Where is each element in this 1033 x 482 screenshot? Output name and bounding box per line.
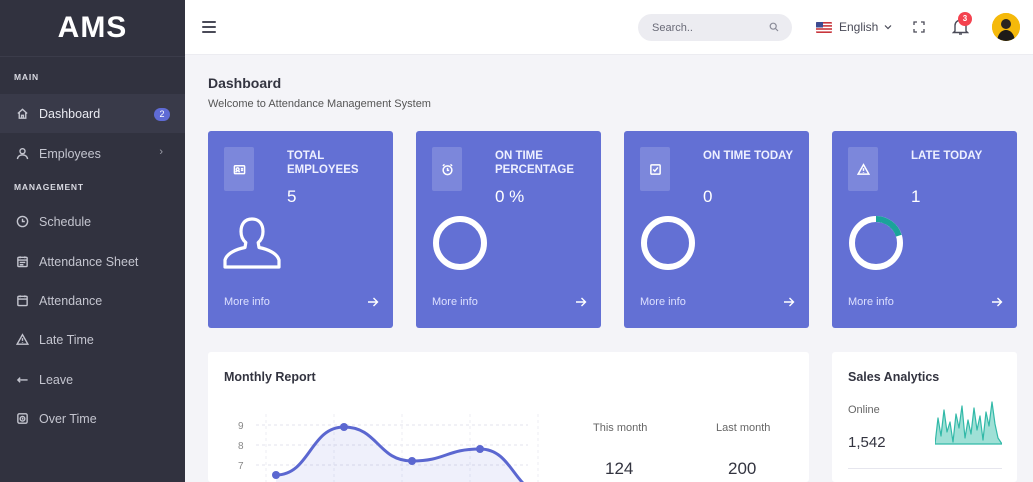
stat-card-on-time-today: ON TIME TODAY 0 More info [624, 131, 809, 328]
divider [848, 468, 1002, 469]
online-label: Online [848, 404, 880, 416]
sidebar-item-over-time[interactable]: Over Time [0, 399, 185, 438]
arrow-left-icon [15, 373, 29, 387]
arrow-right-icon[interactable] [783, 296, 795, 308]
card-value: 0 % [495, 187, 525, 206]
section-title-main: MAIN [14, 72, 39, 82]
card-title: ON TIME TODAY [703, 150, 794, 162]
more-info-link[interactable]: More info [432, 296, 478, 308]
us-flag-icon [816, 21, 832, 33]
progress-ring [433, 216, 487, 270]
this-month-value: 124 [605, 459, 634, 478]
arrow-right-icon[interactable] [575, 296, 587, 308]
calendar-icon [15, 294, 29, 308]
more-info-link[interactable]: More info [224, 296, 270, 308]
warning-icon [15, 333, 29, 347]
home-icon [15, 107, 29, 121]
stat-card-total-employees: TOTAL EMPLOYEES 5 More info [208, 131, 393, 328]
alarm-clock-icon [432, 147, 462, 191]
card-value: 1 [911, 187, 921, 206]
more-info-link[interactable]: More info [640, 296, 686, 308]
top-header: English 3 [185, 0, 1033, 55]
page-title: Dashboard [208, 75, 282, 91]
card-title: ON TIME PERCENTAGE [495, 150, 575, 176]
person-outline-icon [223, 217, 281, 269]
y-tick-label: 9 [238, 421, 244, 432]
chevron-right-icon: › [159, 146, 163, 158]
search-input[interactable] [638, 14, 758, 41]
ring-track [433, 216, 487, 270]
card-title: LATE TODAY [911, 150, 983, 162]
panel-title: Monthly Report [224, 370, 316, 384]
sidebar-item-label: Attendance Sheet [39, 254, 139, 269]
arrow-right-icon[interactable] [991, 296, 1003, 308]
stat-card-on-time-percentage: ON TIME PERCENTAGE 0 % More info [416, 131, 601, 328]
id-card-icon [224, 147, 254, 191]
user-icon [15, 147, 29, 161]
chart-point [340, 423, 348, 431]
sidebar-item-label: Late Time [39, 332, 94, 347]
sales-analytics-panel: Sales Analytics Online 1,542 [832, 352, 1017, 482]
progress-ring [849, 216, 903, 270]
avatar-image-icon [992, 13, 1020, 41]
sidebar-item-attendance[interactable]: Attendance [0, 281, 185, 320]
sidebar-item-dashboard[interactable]: Dashboard 2 [0, 94, 185, 133]
warning-icon [848, 147, 878, 191]
checkbox-icon [640, 147, 670, 191]
card-value: 5 [287, 187, 297, 206]
search-icon[interactable] [769, 22, 779, 32]
y-tick-label: 7 [238, 461, 244, 472]
last-month-label: Last month [716, 422, 771, 434]
sidebar-item-label: Employees [39, 146, 101, 161]
monthly-report-chart: 9 8 7 [238, 414, 548, 482]
fullscreen-icon[interactable] [913, 21, 925, 33]
more-info-link[interactable]: More info [848, 296, 894, 308]
stat-card-late-today: LATE TODAY 1 More info [832, 131, 1017, 328]
card-title: TOTAL EMPLOYEES [287, 150, 359, 176]
sidebar-item-attendance-sheet[interactable]: Attendance Sheet [0, 242, 185, 281]
chart-area [276, 427, 548, 482]
clock-icon [15, 215, 29, 229]
chart-point [272, 471, 280, 479]
monthly-report-panel: Monthly Report 9 8 7 This month Last month… [208, 352, 809, 482]
dashboard-count-badge: 2 [154, 108, 170, 121]
sheet-icon [15, 255, 29, 269]
page-subtitle: Welcome to Attendance Management System [208, 98, 431, 110]
language-label: English [839, 20, 879, 34]
panel-title: Sales Analytics [848, 370, 940, 384]
card-value: 0 [703, 187, 713, 206]
sidebar-item-label: Leave [39, 372, 74, 387]
menu-toggle-icon[interactable] [202, 21, 216, 33]
alarm-icon [15, 412, 29, 426]
sidebar: AMS MAIN Dashboard 2 Employees › MANAGEM… [0, 0, 185, 482]
sidebar-item-late-time[interactable]: Late Time [0, 320, 185, 359]
brand-logo[interactable]: AMS [0, 0, 185, 57]
section-title-management: MANAGEMENT [14, 182, 84, 192]
this-month-label: This month [593, 422, 648, 434]
sidebar-item-label: Over Time [39, 411, 97, 426]
chart-point [476, 445, 484, 453]
search-box [638, 14, 792, 41]
language-selector[interactable]: English [816, 20, 892, 34]
sidebar-item-label: Dashboard [39, 106, 101, 121]
progress-ring [641, 216, 695, 270]
y-tick-label: 8 [238, 441, 244, 452]
last-month-value: 200 [728, 459, 757, 478]
arrow-right-icon[interactable] [367, 296, 379, 308]
sidebar-item-leave[interactable]: Leave [0, 360, 185, 399]
user-avatar[interactable] [992, 13, 1020, 41]
online-value: 1,542 [848, 434, 886, 451]
sidebar-item-label: Schedule [39, 214, 92, 229]
sidebar-item-schedule[interactable]: Schedule [0, 202, 185, 241]
chevron-down-icon [884, 25, 892, 30]
sidebar-item-employees[interactable]: Employees › [0, 134, 185, 173]
sidebar-item-label: Attendance [39, 293, 103, 308]
notification-count-badge: 3 [958, 12, 972, 26]
ring-track [641, 216, 695, 270]
chart-point [408, 457, 416, 465]
online-sparkline [935, 401, 1002, 445]
